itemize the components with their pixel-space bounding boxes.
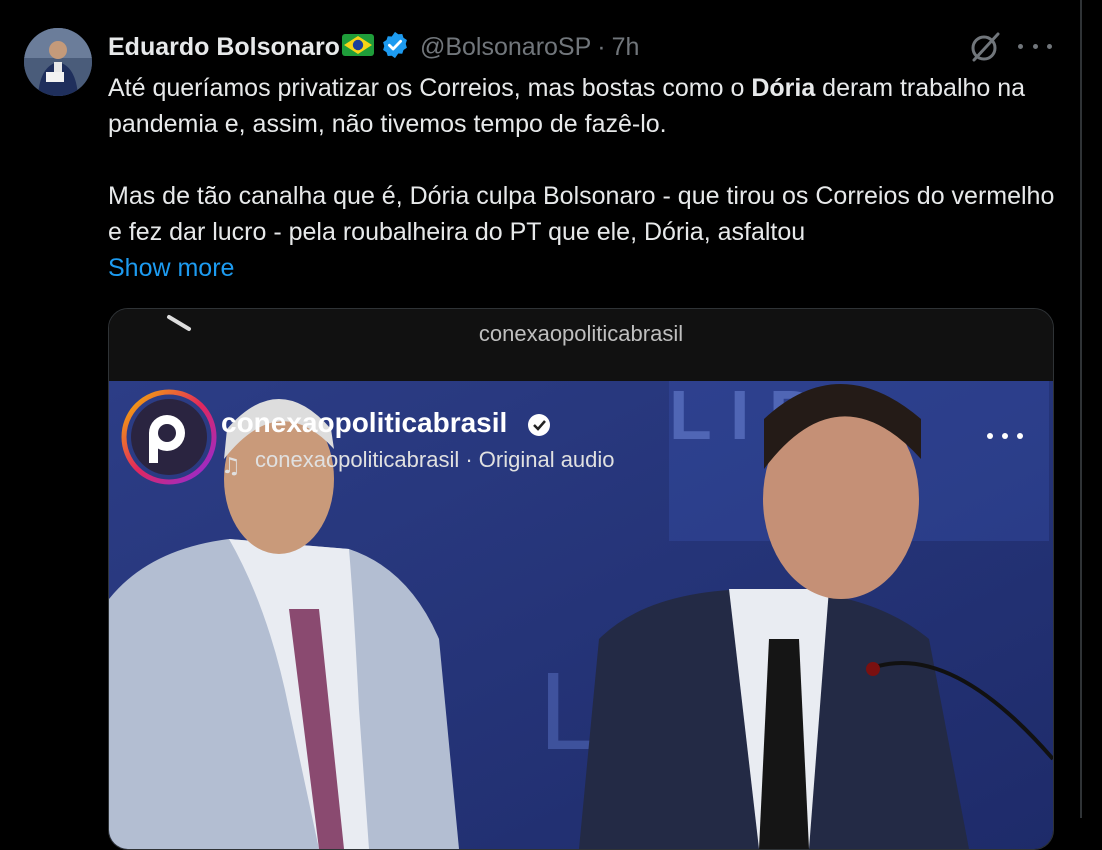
author-name[interactable]: Eduardo Bolsonaro	[108, 33, 340, 62]
verified-badge-icon[interactable]	[380, 30, 410, 65]
more-options-icon[interactable]	[1018, 36, 1052, 56]
tweet-timestamp[interactable]: 7h	[612, 33, 640, 62]
avatar[interactable]	[24, 28, 92, 96]
overlay-more-icon	[987, 433, 1023, 441]
author-handle[interactable]: @BolsonaroSP	[420, 33, 591, 62]
tweet-video[interactable]: L I D L ♫ conexaopoliticabrasil conexaop…	[108, 308, 1054, 850]
tweet-paragraph-1: Até queríamos privatizar os Correios, ma…	[108, 70, 1068, 142]
tweet-text-bold: Dória	[751, 74, 816, 102]
brazil-flag-icon	[341, 33, 374, 61]
column-divider	[1080, 0, 1082, 818]
video-frame: L I D L ♫	[109, 309, 1053, 849]
separator-dot: ·	[597, 32, 606, 61]
tweet-paragraph-2: Mas de tão canalha que é, Dória culpa Bo…	[108, 182, 1055, 246]
grok-icon[interactable]	[968, 30, 1002, 64]
tweet-text-part: Até queríamos privatizar os Correios, ma…	[108, 74, 752, 102]
tweet-header: Eduardo Bolsonaro @BolsonaroSP · 7h	[108, 30, 639, 64]
video-watermark: conexaopoliticabrasil	[478, 321, 684, 346]
svg-text:♫: ♫	[221, 454, 241, 479]
tweet-text: Até queríamos privatizar os Correios, ma…	[108, 70, 1068, 250]
overlay-account-name: conexaopoliticabrasil	[221, 407, 508, 438]
show-more-link[interactable]: Show more	[108, 250, 234, 286]
overlay-audio-label: conexaopoliticabrasil · Original audio	[255, 447, 615, 472]
